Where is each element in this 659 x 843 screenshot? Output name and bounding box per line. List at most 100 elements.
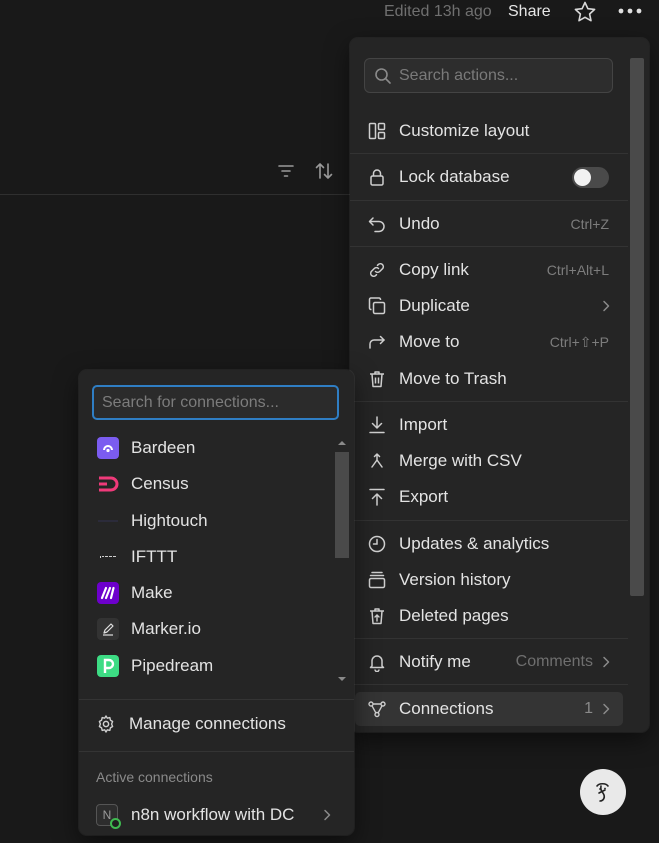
menu-item-label: Move to — [399, 332, 460, 351]
active-connections-header: Active connections — [96, 769, 213, 785]
lock-database-toggle[interactable] — [572, 166, 609, 188]
connection-label: Census — [131, 474, 189, 493]
notify-me-value: Comments — [515, 653, 593, 670]
top-bar: Edited 13h ago Share — [0, 0, 659, 26]
bardeen-logo-icon — [97, 437, 119, 459]
menu-item-move-to[interactable]: Move to Ctrl+⇧+P — [355, 325, 623, 359]
connection-item-pipedream[interactable]: Pipedream — [83, 649, 333, 683]
manage-connections-button[interactable]: Manage connections — [83, 707, 348, 741]
menu-item-label: Import — [399, 415, 448, 434]
menu-item-label: Notify me — [399, 652, 471, 671]
more-horizontal-icon[interactable] — [616, 0, 644, 24]
chevron-right-icon — [320, 808, 334, 822]
menu-item-notify-me[interactable]: Notify me Comments — [355, 645, 623, 679]
connection-item-bardeen[interactable]: Bardeen — [83, 431, 333, 465]
star-icon[interactable] — [573, 0, 597, 24]
sort-icon[interactable] — [313, 160, 335, 182]
help-icon[interactable] — [580, 769, 626, 815]
search-actions-input[interactable]: Search actions... — [364, 58, 613, 93]
menu-item-label: Deleted pages — [399, 606, 509, 625]
menu-item-label: Merge with CSV — [399, 451, 522, 470]
connection-label: Make — [131, 583, 173, 602]
ifttt-logo-icon — [97, 546, 119, 568]
lock-icon — [367, 167, 387, 187]
undo-icon — [367, 214, 387, 234]
search-connections-input[interactable]: Search for connections... — [92, 385, 339, 420]
menu-item-lock-database[interactable]: Lock database — [355, 160, 623, 194]
search-icon — [373, 66, 393, 86]
actions-menu-scrollbar[interactable] — [630, 58, 644, 596]
connections-divider — [79, 699, 354, 700]
menu-divider — [350, 684, 628, 685]
menu-item-duplicate[interactable]: Duplicate — [355, 289, 623, 323]
gear-icon — [96, 714, 116, 734]
clock-icon — [367, 534, 387, 554]
menu-item-label: Copy link — [399, 260, 469, 279]
filter-icon[interactable] — [276, 161, 296, 181]
menu-divider — [350, 200, 628, 201]
menu-item-label: Customize layout — [399, 121, 530, 140]
connections-scrollbar-thumb[interactable] — [335, 452, 349, 558]
connection-item-make[interactable]: Make — [83, 576, 333, 610]
census-logo-icon — [97, 473, 119, 495]
search-connections-placeholder: Search for connections... — [102, 393, 279, 411]
menu-item-customize-layout[interactable]: Customize layout — [355, 114, 623, 148]
connections-submenu: Search for connections... Bardeen Census… — [79, 370, 354, 835]
menu-item-export[interactable]: Export — [355, 480, 623, 514]
trash-icon — [367, 369, 387, 389]
pipedream-logo-icon — [97, 655, 119, 677]
marker-io-logo-icon — [97, 618, 119, 640]
menu-item-label: Connections — [399, 699, 494, 718]
connection-label: Bardeen — [131, 438, 196, 457]
connection-label: Marker.io — [131, 619, 201, 638]
shortcut-hint: Ctrl+⇧+P — [549, 333, 609, 350]
import-icon — [367, 415, 387, 435]
layout-icon — [367, 121, 387, 141]
search-actions-placeholder: Search actions... — [399, 66, 519, 84]
connection-label: IFTTT — [131, 547, 178, 566]
menu-item-label: Duplicate — [399, 296, 470, 315]
chevron-right-icon — [599, 702, 613, 716]
menu-item-label: Undo — [399, 214, 440, 233]
menu-divider — [350, 153, 628, 154]
toolbar-divider — [0, 194, 352, 195]
deleted-pages-icon — [367, 606, 387, 626]
menu-divider — [350, 401, 628, 402]
link-icon — [367, 260, 387, 280]
shortcut-hint: Ctrl+Alt+L — [546, 262, 609, 278]
menu-item-updates-analytics[interactable]: Updates & analytics — [355, 527, 623, 561]
manage-connections-label: Manage connections — [129, 714, 286, 733]
connections-count: 1 — [584, 700, 593, 717]
menu-item-import[interactable]: Import — [355, 408, 623, 442]
share-button[interactable]: Share — [508, 3, 551, 21]
make-logo-icon — [97, 582, 119, 604]
merge-icon — [367, 451, 387, 471]
connections-divider — [79, 751, 354, 752]
menu-item-copy-link[interactable]: Copy link Ctrl+Alt+L — [355, 253, 623, 287]
menu-item-deleted-pages[interactable]: Deleted pages — [355, 599, 623, 633]
menu-item-merge-with-csv[interactable]: Merge with CSV — [355, 444, 623, 478]
actions-menu: Search actions... Customize layout Lock … — [350, 38, 649, 732]
duplicate-icon — [367, 296, 387, 316]
connection-item-hightouch[interactable]: Hightouch — [83, 504, 333, 538]
export-icon — [367, 487, 387, 507]
toggle-knob — [574, 168, 591, 186]
connection-item-ifttt[interactable]: IFTTT — [83, 540, 333, 574]
connection-item-census[interactable]: Census — [83, 467, 333, 501]
menu-item-undo[interactable]: Undo Ctrl+Z — [355, 207, 623, 241]
connection-label: Pipedream — [131, 656, 214, 675]
menu-item-label: Version history — [399, 570, 511, 589]
connection-label: Hightouch — [131, 511, 208, 530]
active-connection-item[interactable]: N n8n workflow with DC — [83, 798, 348, 832]
chevron-right-icon — [599, 655, 613, 669]
menu-item-version-history[interactable]: Version history — [355, 563, 623, 597]
active-connection-label: n8n workflow with DC — [131, 805, 295, 824]
edited-timestamp: Edited 13h ago — [384, 3, 492, 20]
connection-item-marker-io[interactable]: Marker.io — [83, 612, 333, 646]
move-to-icon — [367, 332, 387, 352]
menu-item-label: Updates & analytics — [399, 534, 550, 553]
menu-item-move-to-trash[interactable]: Move to Trash — [355, 362, 623, 396]
hightouch-logo-icon — [97, 510, 119, 532]
menu-item-connections[interactable]: Connections 1 — [355, 692, 623, 726]
menu-divider — [350, 520, 628, 521]
